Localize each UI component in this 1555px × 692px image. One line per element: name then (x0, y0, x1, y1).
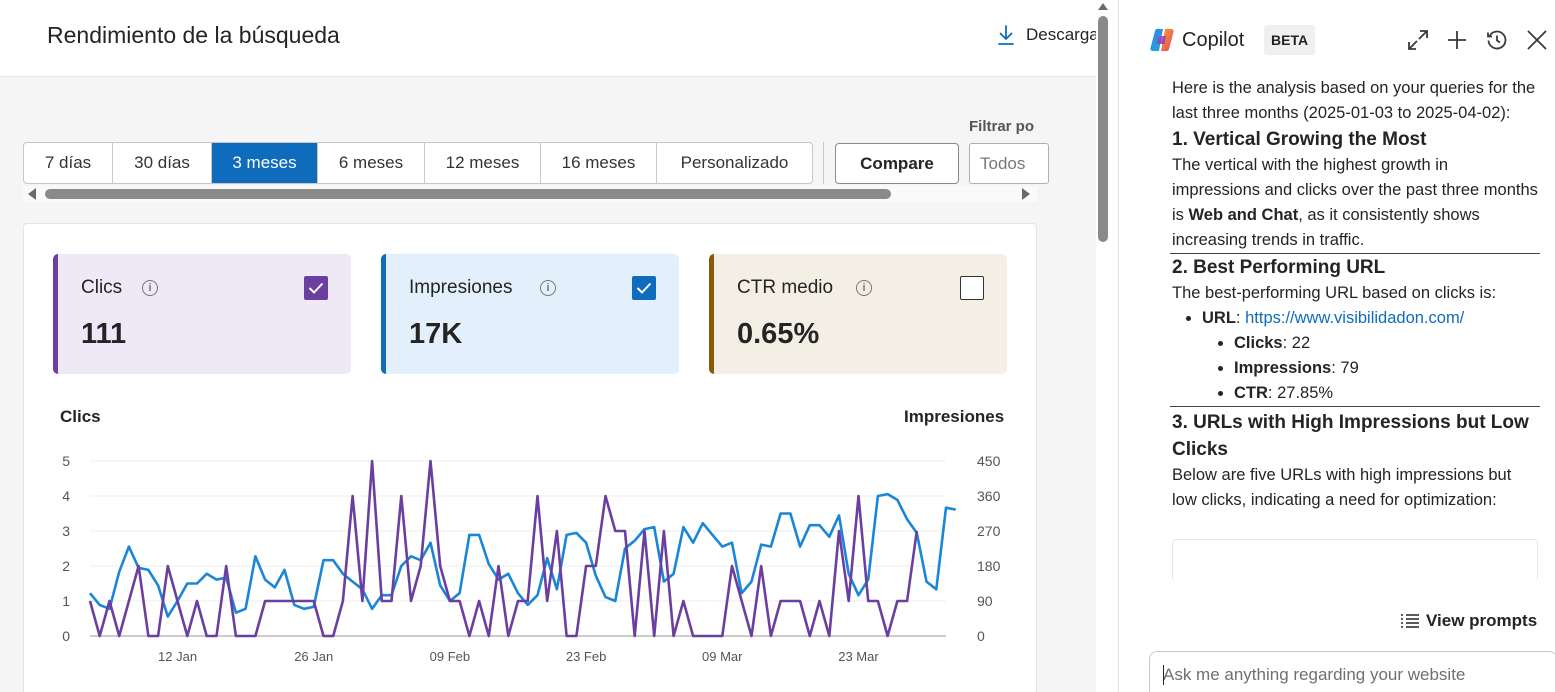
metric-name: CTR medio (737, 277, 834, 298)
metric-name: Impresiones (409, 277, 513, 298)
copilot-header: Copilot BETA (1119, 0, 1555, 66)
x-tick-label: 26 Jan (294, 649, 333, 664)
section-heading: 2. Best Performing URL (1172, 257, 1386, 278)
performance-card: Clics i 111 Impresiones i 17K CTR medio … (23, 223, 1037, 692)
x-tick-label: 23 Feb (566, 649, 606, 664)
horizontal-scrollbar[interactable] (23, 186, 1037, 202)
compare-button[interactable]: Compare (835, 143, 959, 184)
scrollbar-thumb[interactable] (1098, 16, 1108, 242)
x-tick-label: 12 Jan (158, 649, 197, 664)
range-7-days[interactable]: 7 días (24, 143, 113, 183)
url-link[interactable]: https://www.visibilidadon.com/ (1245, 309, 1464, 327)
section-text: The best-performing URL based on clicks … (1172, 284, 1497, 302)
performance-chart: 01234509018027036045012 Jan 26 Jan 09 Feb 2… (62, 453, 1001, 664)
section-text: The vertical with the highest growth in … (1172, 156, 1538, 249)
list-item: Impressions: 79 (1234, 356, 1538, 381)
section-heading: 1. Vertical Growing the Most (1172, 129, 1427, 150)
chart-right-axis-title: Impresiones (904, 407, 1005, 426)
download-icon (998, 25, 1014, 45)
metric-card-impressions[interactable]: Impresiones i 17K (381, 254, 679, 374)
history-icon[interactable] (1485, 28, 1509, 52)
download-button[interactable]: Descarga (996, 24, 1096, 46)
url-table-container (1172, 539, 1538, 579)
copilot-logo-icon (1150, 29, 1174, 51)
checkbox-ctr[interactable] (960, 276, 984, 300)
y-tick-label: 3 (62, 523, 70, 539)
metric-card-clicks[interactable]: Clics i 111 (53, 254, 351, 374)
filter-label: Filtrar po (969, 118, 1035, 135)
y2-tick-label: 180 (977, 558, 1001, 574)
section-heading: 3. URLs with High Impressions but Low Cl… (1172, 412, 1529, 460)
url-list: URL: https://www.visibilidadon.com/ Clic… (1202, 306, 1538, 406)
range-12-months[interactable]: 12 meses (425, 143, 541, 183)
x-tick-label: 09 Mar (702, 649, 743, 664)
beta-badge: BETA (1264, 25, 1316, 55)
y2-tick-label: 360 (977, 488, 1001, 504)
text-caret (1163, 665, 1164, 685)
y-tick-label: 0 (62, 628, 70, 644)
range-custom[interactable]: Personalizado (657, 143, 812, 183)
y-tick-label: 2 (62, 558, 70, 574)
scrollbar-thumb[interactable] (45, 189, 891, 199)
series-line-impresiones (88, 492, 956, 618)
ask-placeholder: Ask me anything regarding your website (1163, 665, 1466, 684)
expand-icon[interactable] (1406, 28, 1430, 52)
view-prompts-label: View prompts (1426, 611, 1538, 630)
range-30-days[interactable]: 30 días (113, 143, 212, 183)
list-item: CTR: 27.85% (1234, 381, 1538, 406)
checkmark-icon (308, 282, 324, 294)
view-prompts-button[interactable]: View prompts (1400, 611, 1537, 631)
metric-value: 0.65% (737, 318, 820, 350)
metric-name: Clics (81, 277, 123, 298)
range-16-months[interactable]: 16 meses (541, 143, 657, 183)
date-range-selector: 7 días 30 días 3 meses 6 meses 12 meses … (23, 142, 813, 184)
filter-select[interactable]: Todos (969, 143, 1049, 184)
metric-value: 17K (409, 318, 463, 350)
chart-left-axis-title: Clics (60, 407, 101, 426)
checkbox-clicks[interactable] (304, 276, 328, 300)
range-6-months[interactable]: 6 meses (318, 143, 425, 183)
info-icon[interactable]: i (142, 280, 158, 296)
app-window: Rendimiento de la búsqueda Descarga Filt… (0, 0, 1555, 692)
download-label: Descarga (1026, 25, 1096, 44)
header-bar: Rendimiento de la búsqueda Descarga (0, 0, 1096, 77)
x-tick-label: 23 Mar (838, 649, 879, 664)
y-tick-label: 1 (62, 593, 70, 609)
scroll-right-icon[interactable] (1022, 188, 1030, 200)
info-icon[interactable]: i (856, 280, 872, 296)
page-title: Rendimiento de la búsqueda (47, 22, 340, 48)
main-panel: Rendimiento de la búsqueda Descarga Filt… (0, 0, 1096, 692)
range-3-months[interactable]: 3 meses (212, 143, 318, 183)
metric-card-ctr[interactable]: CTR medio i 0.65% (709, 254, 1007, 374)
x-tick-label: 09 Feb (430, 649, 470, 664)
checkmark-icon (636, 282, 652, 294)
response-intro: Here is the analysis based on your queri… (1172, 79, 1536, 122)
y2-tick-label: 450 (977, 453, 1001, 469)
metric-value: 111 (81, 318, 127, 350)
y-tick-label: 5 (62, 453, 70, 469)
scroll-up-icon[interactable] (1098, 3, 1108, 10)
info-icon[interactable]: i (540, 280, 556, 296)
list-item: URL: https://www.visibilidadon.com/ Clic… (1202, 306, 1538, 406)
scroll-left-icon[interactable] (28, 188, 36, 200)
ask-input[interactable]: Ask me anything regarding your website (1149, 651, 1555, 692)
y2-tick-label: 270 (977, 523, 1001, 539)
copilot-panel: Copilot BETA Here is the analysis based … (1118, 0, 1555, 692)
y-tick-label: 4 (62, 488, 70, 504)
checkbox-impressions[interactable] (632, 276, 656, 300)
y2-tick-label: 0 (977, 628, 985, 644)
series-line-clics (88, 459, 919, 638)
new-chat-icon[interactable] (1445, 28, 1469, 52)
y2-tick-label: 90 (977, 593, 993, 609)
copilot-title: Copilot (1182, 29, 1245, 51)
copilot-response: Here is the analysis based on your queri… (1170, 76, 1540, 579)
section-divider (1170, 406, 1540, 407)
section-text: Below are five URLs with high impression… (1172, 466, 1512, 509)
copilot-conversation[interactable]: Here is the analysis based on your queri… (1119, 66, 1555, 594)
main-vertical-scrollbar[interactable] (1096, 0, 1110, 692)
list-icon (1401, 614, 1419, 628)
list-item: Clicks: 22 (1234, 331, 1538, 356)
divider (823, 142, 824, 184)
close-icon[interactable] (1525, 28, 1549, 52)
